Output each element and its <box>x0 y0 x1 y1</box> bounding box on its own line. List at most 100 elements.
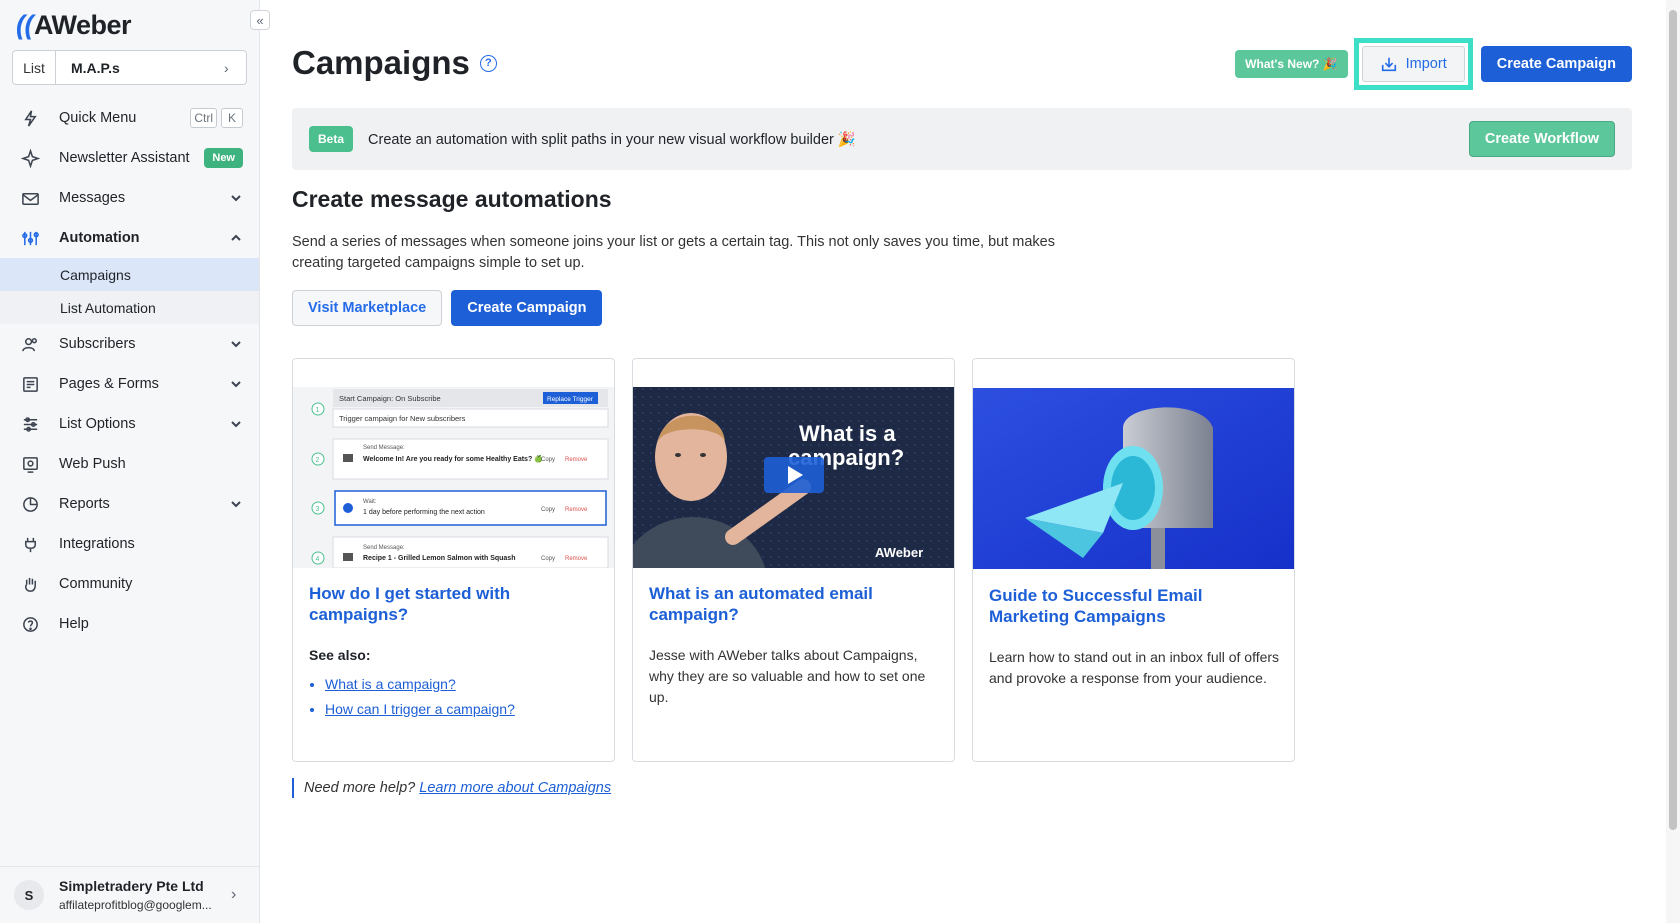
card-title[interactable]: Guide to Successful Email Marketing Camp… <box>989 585 1279 627</box>
form-icon <box>20 374 40 394</box>
chevron-down-icon <box>229 337 243 351</box>
plug-icon <box>20 534 40 554</box>
list-selector-label: List <box>13 51 56 84</box>
collapse-sidebar-button[interactable]: « <box>250 10 270 30</box>
sidebar-item-newsletter-assistant[interactable]: Newsletter Assistant New <box>0 138 259 178</box>
sidebar-item-label: Messages <box>59 190 126 206</box>
sidebar-subitem-list-automation[interactable]: List Automation <box>0 291 259 324</box>
logo-text: AWeber <box>33 10 132 40</box>
sidebar-item-integrations[interactable]: Integrations <box>0 524 259 564</box>
avatar: S <box>14 880 44 910</box>
thumb-step-2-text: Welcome In! Are you ready for some Healt… <box>363 454 543 463</box>
logo-mark: (( <box>16 10 33 40</box>
import-button-label: Import <box>1405 56 1447 72</box>
aweber-logo[interactable]: (( AWeber <box>16 10 132 41</box>
sidebar: (( AWeber List M.A.P.s › Quick Menu Ctrl… <box>0 0 260 923</box>
help-cards: Start Campaign: On Subscribe Replace Tri… <box>292 358 1295 762</box>
lightning-icon <box>20 108 40 128</box>
chevron-down-icon <box>229 377 243 391</box>
see-also-links: What is a campaign? How can I trigger a … <box>309 674 604 720</box>
card-get-started: Start Campaign: On Subscribe Replace Tri… <box>292 358 615 762</box>
sidebar-item-web-push[interactable]: Web Push <box>0 444 259 484</box>
create-workflow-button[interactable]: Create Workflow <box>1468 121 1615 157</box>
link-trigger-campaign[interactable]: How can I trigger a campaign? <box>325 701 515 717</box>
sidebar-item-label: Help <box>59 616 89 632</box>
section-title: Create message automations <box>292 186 612 212</box>
beta-text: Create an automation with split paths in… <box>368 131 856 148</box>
thumb-step-4-text: Recipe 1 - Grilled Lemon Salmon with Squ… <box>363 555 515 562</box>
section-description: Send a series of messages when someone j… <box>292 234 1055 271</box>
chevron-right-icon: › <box>231 886 237 903</box>
learn-more-link[interactable]: Learn more about Campaigns <box>419 780 611 796</box>
create-campaign-button[interactable]: Create Campaign <box>451 290 603 326</box>
sidebar-item-messages[interactable]: Messages <box>0 178 259 218</box>
sidebar-item-label: Automation <box>59 230 140 246</box>
kbd-k: K <box>221 108 243 128</box>
sidebar-item-reports[interactable]: Reports <box>0 484 259 524</box>
card-body: Jesse with AWeber talks about Campaigns,… <box>649 647 926 705</box>
scrollbar[interactable] <box>1666 0 1680 923</box>
users-icon <box>20 334 40 354</box>
new-badge: New <box>204 148 243 168</box>
more-help: Need more help? Learn more about Campaig… <box>292 778 611 798</box>
sidebar-item-quick-menu[interactable]: Quick Menu Ctrl K <box>0 98 259 138</box>
thumb-step-3: 3 <box>316 506 320 513</box>
import-icon <box>1381 57 1396 72</box>
card-title[interactable]: What is an automated email campaign? <box>649 583 939 625</box>
thumb-remove: Remove <box>565 556 588 562</box>
beta-badge: Beta <box>309 126 354 152</box>
page-title: Campaigns ? <box>292 44 497 82</box>
header-actions: What's New? 🎉 Import Create Campaign <box>1235 38 1632 90</box>
thumb-start-label: Start Campaign: On Subscribe <box>339 394 441 403</box>
envelope-icon <box>20 188 40 208</box>
chevron-down-icon <box>229 497 243 511</box>
sidebar-item-list-options[interactable]: List Options <box>0 404 259 444</box>
sidebar-subitem-campaigns[interactable]: Campaigns <box>0 258 259 291</box>
sidebar-item-automation[interactable]: Automation <box>0 218 259 258</box>
thumb-copy: Copy <box>541 457 555 463</box>
video-thumbnail[interactable]: What is a campaign? AWeber <box>633 387 954 568</box>
create-campaign-header-button[interactable]: Create Campaign <box>1480 46 1632 82</box>
sidebar-item-label: Subscribers <box>59 336 136 352</box>
sidebar-item-label: Pages & Forms <box>59 376 159 392</box>
card-title[interactable]: How do I get started with campaigns? <box>309 583 599 625</box>
main-content: Campaigns ? What's New? 🎉 Import Create … <box>292 0 1632 923</box>
sidebar-item-community[interactable]: Community <box>0 564 259 604</box>
import-button[interactable]: Import <box>1361 46 1465 82</box>
sidebar-item-pages-forms[interactable]: Pages & Forms <box>0 364 259 404</box>
scrollbar-thumb[interactable] <box>1669 10 1677 830</box>
chevron-down-icon <box>229 191 243 205</box>
thumb-step-2: 2 <box>316 457 320 464</box>
thumb-remove: Remove <box>565 507 588 513</box>
account-switcher[interactable]: S Simpletradery Pte Ltd affilateprofitbl… <box>0 866 259 923</box>
list-selector[interactable]: List M.A.P.s › <box>12 50 247 85</box>
video-brand: AWeber <box>875 545 923 560</box>
help-icon[interactable]: ? <box>479 54 497 72</box>
mailbox-illustration[interactable] <box>973 388 1294 569</box>
thumb-step-4-kind: Send Message: <box>363 545 405 551</box>
link-what-is-campaign[interactable]: What is a campaign? <box>325 676 456 692</box>
campaign-flow-thumbnail[interactable]: Start Campaign: On Subscribe Replace Tri… <box>293 387 614 568</box>
visit-marketplace-button[interactable]: Visit Marketplace <box>292 290 443 326</box>
thumb-step-4: 4 <box>316 556 320 563</box>
chevron-right-icon: › <box>224 59 229 76</box>
thumb-copy: Copy <box>541 507 555 513</box>
thumb-step-3-text: 1 day before performing the next action <box>363 509 485 516</box>
sidebar-item-help[interactable]: Help <box>0 604 259 644</box>
card-guide: Guide to Successful Email Marketing Camp… <box>972 358 1295 762</box>
sidebar-nav: Quick Menu Ctrl K Newsletter Assistant N… <box>0 98 259 644</box>
sidebar-item-subscribers[interactable]: Subscribers <box>0 324 259 364</box>
thumb-step-1: 1 <box>316 407 320 414</box>
automation-icon <box>20 228 40 248</box>
thumb-remove: Remove <box>565 457 588 463</box>
thumb-trigger-text: Trigger campaign for New subscribers <box>339 414 466 423</box>
account-email: affilateprofitblog@googlem... <box>59 898 212 912</box>
help-circle-icon <box>20 614 40 634</box>
sidebar-item-label: Web Push <box>59 456 126 472</box>
sparkle-icon <box>20 148 40 168</box>
see-also-label: See also: <box>309 647 371 663</box>
beta-banner: Beta Create an automation with split pat… <box>292 108 1632 170</box>
whats-new-button[interactable]: What's New? 🎉 <box>1235 50 1348 78</box>
hand-icon <box>20 574 40 594</box>
section-actions: Visit Marketplace Create Campaign <box>292 290 603 326</box>
